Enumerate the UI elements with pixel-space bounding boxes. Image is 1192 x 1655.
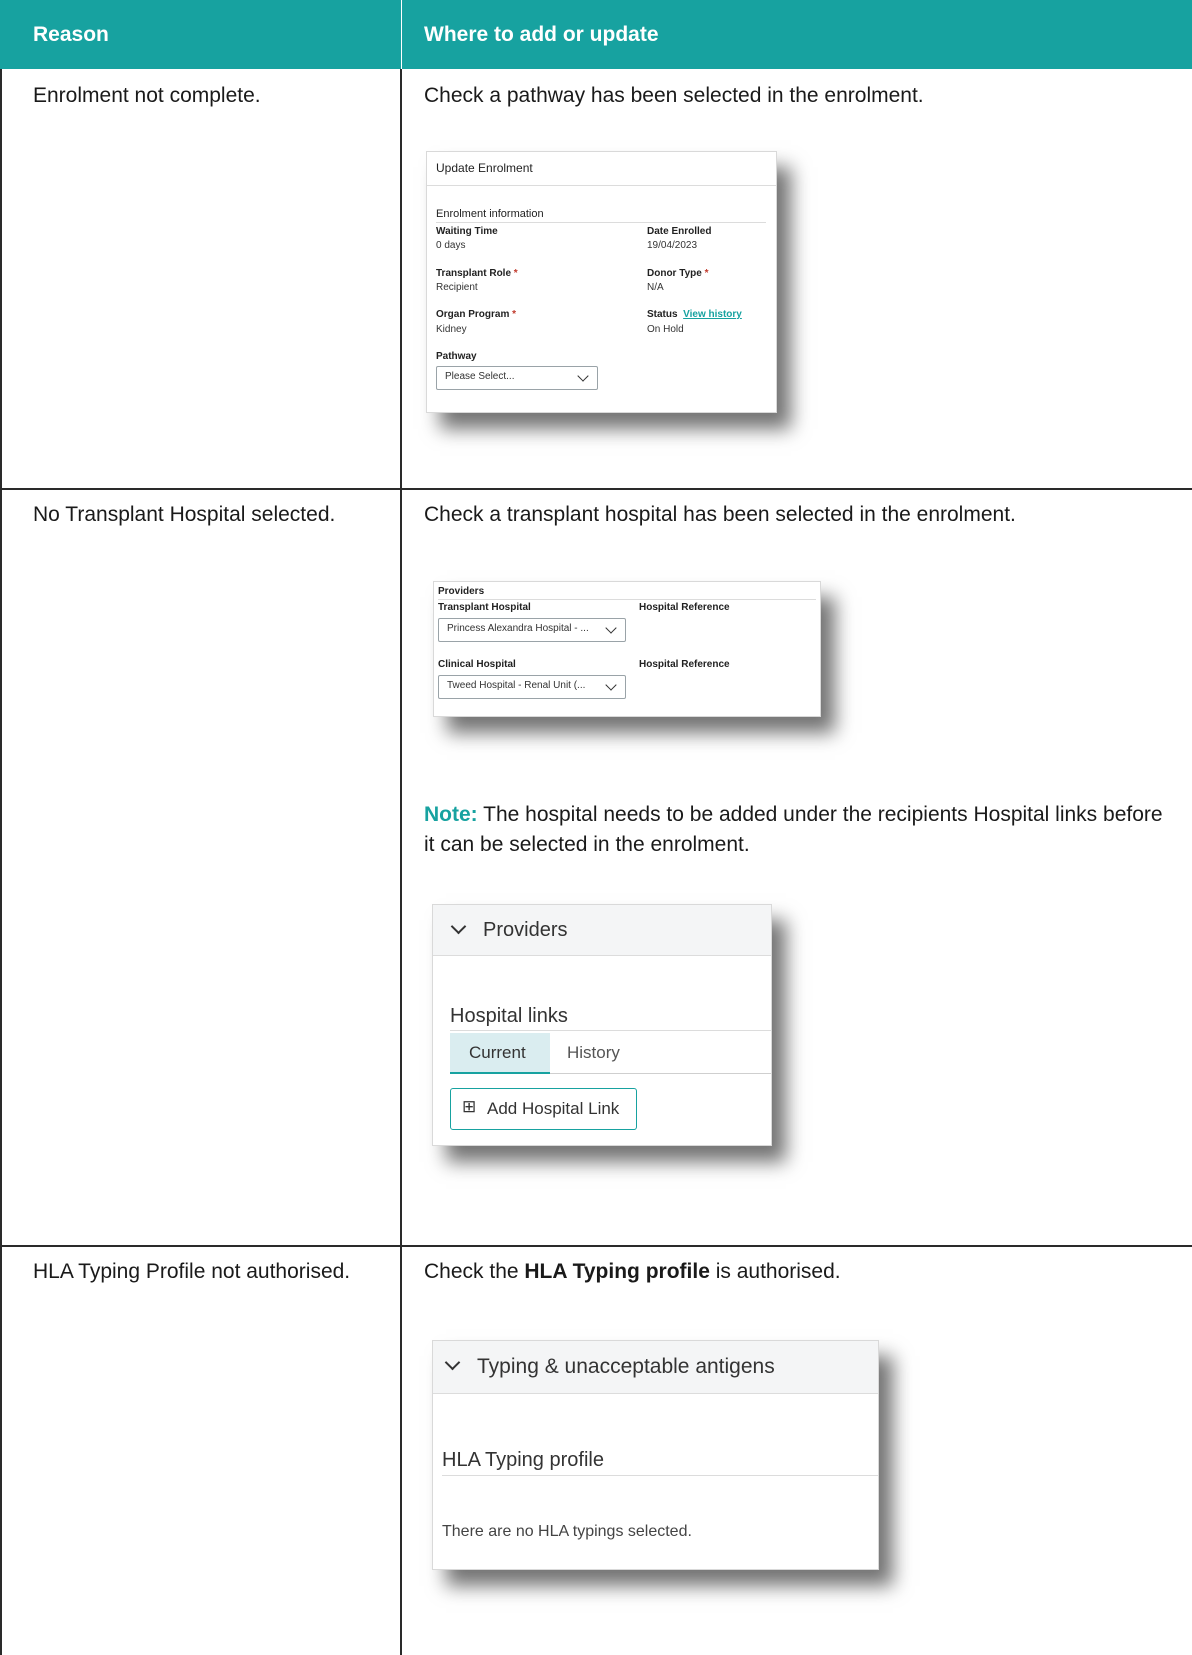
- date-enrolled-value: 19/04/2023: [647, 240, 698, 251]
- tab-current-label: Current: [469, 1043, 526, 1062]
- add-hospital-link-label: Add Hospital Link: [487, 1099, 620, 1118]
- enrolment-information-heading: Enrolment information: [436, 208, 544, 220]
- organ-program-label: Organ Program *: [436, 309, 517, 320]
- transplant-role-label: Transplant Role *: [436, 268, 518, 279]
- providers-accordion-header[interactable]: Providers: [433, 905, 771, 956]
- hospital-links-divider: [450, 1030, 771, 1031]
- chevron-down-icon: [450, 918, 467, 935]
- view-history-link[interactable]: View history: [683, 309, 742, 320]
- hla-typing-profile-heading: HLA Typing profile: [442, 1449, 604, 1471]
- providers-accordion-title: Providers: [483, 919, 568, 941]
- add-hospital-link-button[interactable]: ⊞ Add Hospital Link: [450, 1088, 637, 1130]
- waiting-time-label: Waiting Time: [436, 226, 498, 237]
- hospital-links-heading: Hospital links: [450, 1005, 568, 1027]
- no-typings-text: There are no HLA typings selected.: [442, 1523, 692, 1540]
- row-divider-1: [0, 488, 1192, 490]
- note-text: The hospital needs to be added under the…: [424, 803, 1163, 856]
- plus-square-icon: ⊞: [462, 1097, 477, 1116]
- row-divider-2: [0, 1245, 1192, 1247]
- header-where: Where to add or update: [424, 23, 659, 46]
- table-border-left: [0, 69, 2, 1655]
- donor-type-value: N/A: [647, 282, 664, 293]
- note-label: Note:: [424, 803, 478, 826]
- tabs-underline: [550, 1073, 771, 1074]
- date-enrolled-label: Date Enrolled: [647, 226, 712, 237]
- row2-note: Note: The hospital needs to be added und…: [424, 800, 1164, 860]
- pathway-label: Pathway: [436, 351, 477, 362]
- row2-description: Check a transplant hospital has been sel…: [424, 503, 1016, 526]
- typing-accordion-header[interactable]: Typing & unacceptable antigens: [433, 1341, 878, 1394]
- column-divider: [400, 69, 402, 1655]
- clinical-hospital-label: Clinical Hospital: [438, 659, 516, 670]
- transplant-hospital-select[interactable]: Princess Alexandra Hospital - ...: [438, 618, 626, 642]
- row3-description: Check the HLA Typing profile is authoris…: [424, 1260, 841, 1283]
- providers-panel: Providers Transplant Hospital Hospital R…: [433, 581, 821, 717]
- update-enrolment-panel: Update Enrolment Enrolment information W…: [426, 151, 777, 413]
- tab-current[interactable]: Current: [450, 1033, 550, 1074]
- clinical-hospital-select[interactable]: Tweed Hospital - Renal Unit (...: [438, 675, 626, 699]
- required-mark: *: [512, 309, 517, 320]
- row3-reason: HLA Typing Profile not authorised.: [33, 1260, 351, 1283]
- clinical-hospital-value: Tweed Hospital - Renal Unit (...: [447, 680, 586, 691]
- transplant-hospital-value: Princess Alexandra Hospital - ...: [447, 623, 589, 634]
- header-reason: Reason: [33, 23, 109, 46]
- hla-typing-profile-emphasis: HLA Typing profile: [524, 1260, 710, 1283]
- providers-divider: [438, 599, 816, 600]
- required-mark: *: [513, 268, 518, 279]
- providers-title: Providers: [438, 586, 485, 597]
- panel-title-divider: [427, 185, 776, 186]
- typing-panel: Typing & unacceptable antigens HLA Typin…: [432, 1340, 879, 1570]
- hospital-reference-label-2: Hospital Reference: [639, 659, 730, 670]
- chevron-down-icon: [444, 1354, 461, 1371]
- row2-reason: No Transplant Hospital selected.: [33, 503, 336, 526]
- status-label: Status View history: [647, 309, 742, 320]
- hospital-reference-label: Hospital Reference: [639, 602, 730, 613]
- organ-program-value: Kidney: [436, 324, 467, 335]
- header-divider: [401, 0, 402, 69]
- chevron-down-icon: [605, 622, 617, 634]
- row1-reason: Enrolment not complete.: [33, 84, 261, 107]
- pathway-placeholder: Please Select...: [445, 371, 515, 382]
- pathway-select[interactable]: Please Select...: [436, 366, 598, 390]
- donor-type-label: Donor Type *: [647, 268, 709, 279]
- chevron-down-icon: [577, 370, 589, 382]
- table-header: Reason Where to add or update: [0, 0, 1192, 69]
- panel-title: Update Enrolment: [436, 161, 533, 175]
- required-mark: *: [704, 268, 709, 279]
- waiting-time-value: 0 days: [436, 240, 466, 251]
- row1-description: Check a pathway has been selected in the…: [424, 84, 924, 107]
- transplant-hospital-label: Transplant Hospital: [438, 602, 531, 613]
- hla-divider: [442, 1475, 878, 1476]
- transplant-role-value: Recipient: [436, 282, 478, 293]
- status-value: On Hold: [647, 324, 684, 335]
- typing-accordion-title: Typing & unacceptable antigens: [477, 1355, 775, 1378]
- chevron-down-icon: [605, 679, 617, 691]
- section-divider: [436, 222, 766, 223]
- tab-history[interactable]: History: [567, 1043, 620, 1063]
- hospital-links-panel: Providers Hospital links Current History…: [432, 904, 772, 1146]
